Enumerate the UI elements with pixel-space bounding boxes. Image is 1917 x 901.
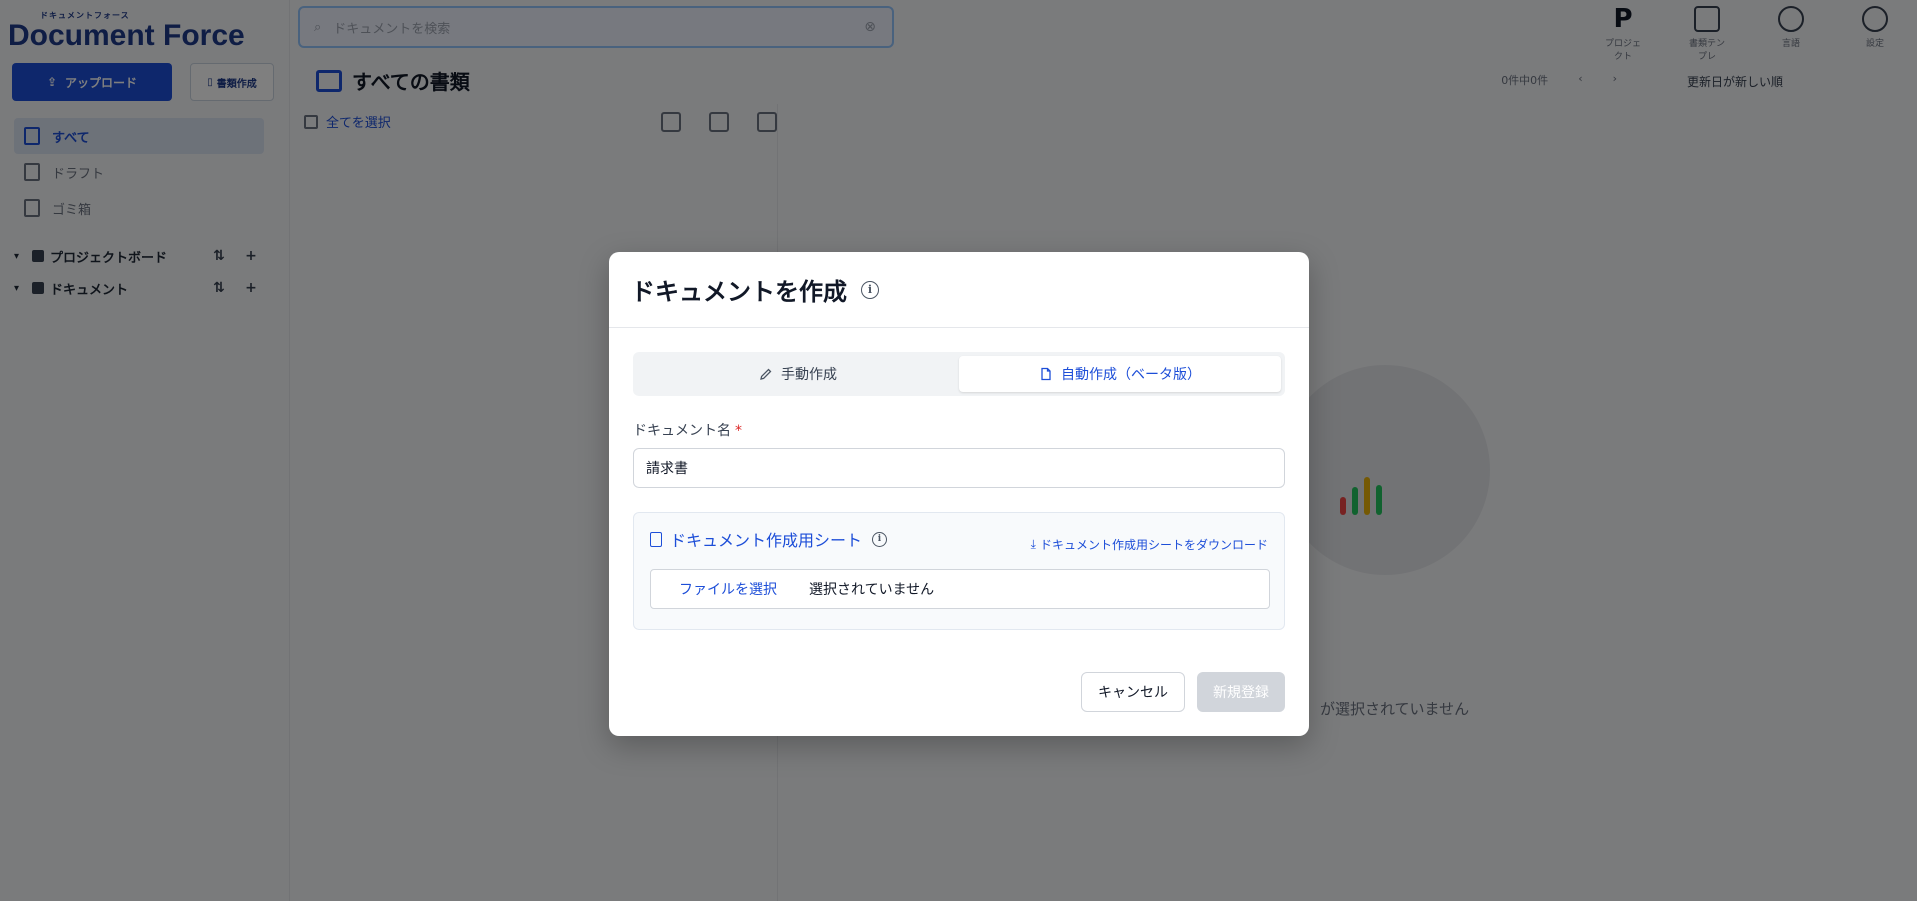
- pencil-icon: [760, 368, 772, 380]
- document-name-input[interactable]: [633, 448, 1285, 488]
- sheet-title-text: ドキュメント作成用シート: [670, 531, 863, 550]
- download-icon: ⤓: [1030, 537, 1036, 551]
- modal-body: 手動作成 自動作成（ベータ版） ドキュメント名* ドキュメント作成用シート i …: [609, 328, 1309, 630]
- info-icon[interactable]: i: [872, 531, 888, 547]
- create-document-modal: ドキュメントを作成 i 手動作成 自動作成（ベータ版） ドキュメント名* ドキュ…: [609, 252, 1309, 736]
- creation-sheet-section: ドキュメント作成用シート i ⤓ ドキュメント作成用シートをダウンロード ファイ…: [633, 512, 1285, 630]
- cancel-button[interactable]: キャンセル: [1081, 672, 1185, 712]
- choose-file-button[interactable]: ファイルを選択: [651, 579, 805, 599]
- sheet-title: ドキュメント作成用シート: [650, 527, 862, 551]
- register-button[interactable]: 新規登録: [1197, 672, 1285, 712]
- download-sheet-link[interactable]: ⤓ ドキュメント作成用シートをダウンロード: [1031, 536, 1268, 553]
- file-status: 選択されていません: [809, 582, 935, 598]
- tab-manual[interactable]: 手動作成: [637, 356, 959, 392]
- required-mark: *: [735, 423, 742, 439]
- modal-title: ドキュメントを作成: [631, 278, 847, 306]
- tab-label: 自動作成（ベータ版）: [1061, 367, 1201, 383]
- modal-header: ドキュメントを作成 i: [609, 252, 1309, 328]
- document-icon: [650, 531, 662, 547]
- document-name-label: ドキュメント名 *: [633, 420, 1285, 440]
- document-icon: [1041, 367, 1051, 381]
- creation-mode-tabs: 手動作成 自動作成（ベータ版）: [633, 352, 1285, 396]
- document-name-label-text: ドキュメント名: [633, 423, 731, 439]
- info-icon[interactable]: i: [861, 280, 879, 299]
- tab-label: 手動作成: [781, 367, 837, 383]
- modal-footer: キャンセル 新規登録: [1081, 672, 1285, 712]
- download-link-label: ドキュメント作成用シートをダウンロード: [1039, 538, 1268, 552]
- file-picker: ファイルを選択 選択されていません: [650, 569, 1270, 609]
- tab-auto-beta[interactable]: 自動作成（ベータ版）: [959, 356, 1281, 392]
